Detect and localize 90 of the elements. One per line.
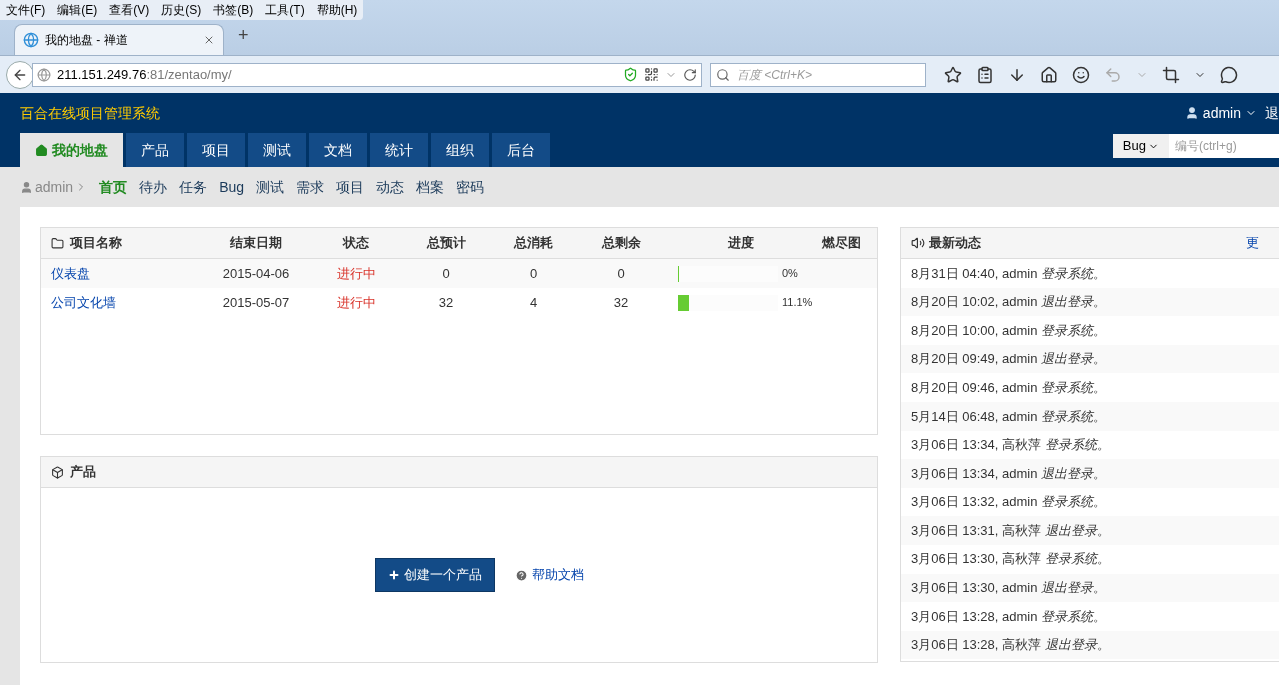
home-icon[interactable] xyxy=(1040,65,1058,84)
subnav-link[interactable]: 测试 xyxy=(256,176,285,198)
user-icon xyxy=(20,180,33,194)
menu-item[interactable]: 历史(S) xyxy=(155,1,208,19)
globe-icon xyxy=(37,67,51,82)
logout-link[interactable]: 退 xyxy=(1265,102,1279,124)
activity-item: 3月06日 13:30, admin 退出登录。 xyxy=(901,573,1279,603)
id-search-field[interactable]: 编号(ctrl+g) xyxy=(1169,134,1279,158)
status-text: 进行中 xyxy=(335,293,377,312)
plus-icon xyxy=(387,569,400,581)
column-header: 状态 xyxy=(341,234,370,253)
back-button[interactable] xyxy=(6,60,34,89)
progress-text: 0% xyxy=(782,266,798,282)
column-header: 燃尽图 xyxy=(821,234,862,253)
activity-item: 8月20日 10:02, admin 退出登录。 xyxy=(901,287,1279,317)
nav-tab[interactable]: 统计 xyxy=(370,133,428,167)
activity-item: 5月14日 06:48, admin 登录系统。 xyxy=(901,401,1279,431)
activity-item: 8月20日 09:49, admin 退出登录。 xyxy=(901,344,1279,374)
search-type-dropdown[interactable]: Bug xyxy=(1112,134,1169,158)
subnav-link[interactable]: 动态 xyxy=(376,176,405,198)
column-header: 项目名称 xyxy=(51,233,201,253)
subnav-link[interactable]: 项目 xyxy=(336,176,365,198)
table-cell-text: 4 xyxy=(528,293,539,312)
menu-item[interactable]: 书签(B) xyxy=(207,1,260,19)
subnav-link[interactable]: 任务 xyxy=(179,176,208,198)
reload-icon[interactable] xyxy=(683,67,697,82)
table-cell-text: 32 xyxy=(437,293,455,312)
table-cell-text: 2015-04-06 xyxy=(221,264,291,283)
menu-item[interactable]: 帮助(H) xyxy=(310,1,364,19)
app-title: 百合在线项目管理系统 xyxy=(20,103,160,123)
create-product-button[interactable]: 创建一个产品 xyxy=(374,558,495,592)
column-header: 结束日期 xyxy=(229,234,283,253)
close-icon[interactable] xyxy=(203,34,215,46)
new-tab-button[interactable]: + xyxy=(238,22,249,49)
activity-item: 3月06日 13:31, 高秋萍 退出登录。 xyxy=(901,516,1279,545)
globe-icon xyxy=(23,32,39,48)
chat-icon[interactable] xyxy=(1220,65,1238,84)
table-cell-text: 32 xyxy=(612,293,630,312)
clipboard-icon[interactable] xyxy=(976,65,994,84)
help-link[interactable]: 帮助文档 xyxy=(514,565,584,585)
column-header: 总预计 xyxy=(425,234,467,253)
menu-item[interactable]: 文件(F) xyxy=(0,1,52,19)
browser-tab[interactable]: 我的地盘 - 禅道 xyxy=(14,24,224,55)
status-text: 进行中 xyxy=(335,264,377,283)
url-text: 211.151.249.76:81/zentao/my/ xyxy=(57,65,233,84)
star-icon[interactable] xyxy=(944,65,962,84)
table-cell-text: 0 xyxy=(528,264,539,283)
activity-item: 3月06日 13:34, admin 退出登录。 xyxy=(901,459,1279,488)
project-link[interactable]: 仪表盘 xyxy=(51,263,201,284)
column-header: 总剩余 xyxy=(600,234,642,253)
subnav-link[interactable]: 需求 xyxy=(296,176,325,198)
address-field[interactable]: 211.151.249.76:81/zentao/my/ xyxy=(32,62,702,87)
help-icon xyxy=(514,568,528,582)
qr-code-icon xyxy=(644,67,659,82)
nav-tab[interactable]: 产品 xyxy=(126,133,184,167)
panel-title: 产品 xyxy=(70,463,96,482)
column-header: 总消耗 xyxy=(512,234,554,253)
subnav-link[interactable]: 密码 xyxy=(456,176,485,198)
folder-icon xyxy=(51,236,64,250)
nav-tab[interactable]: 测试 xyxy=(248,133,306,167)
panel-title: 最新动态 xyxy=(929,234,982,253)
table-cell-text: 0 xyxy=(441,264,451,283)
user-menu[interactable]: admin xyxy=(1184,102,1257,124)
activity-item: 3月06日 13:28, 高秋萍 退出登录。 xyxy=(901,630,1279,660)
nav-tab[interactable]: 后台 xyxy=(492,133,550,167)
table-cell-text: 0 xyxy=(616,264,626,283)
subnav-link[interactable]: Bug xyxy=(219,176,245,198)
more-link[interactable]: 更 xyxy=(1246,233,1259,253)
menu-item[interactable]: 查看(V) xyxy=(103,1,156,19)
menu-item[interactable]: 工具(T) xyxy=(259,1,311,19)
home-icon xyxy=(35,143,48,157)
nav-tab[interactable]: 组织 xyxy=(431,133,489,167)
menu-item[interactable]: 编辑(E) xyxy=(51,1,104,19)
speaker-icon xyxy=(911,236,925,250)
project-link[interactable]: 公司文化墙 xyxy=(51,292,201,313)
smile-icon[interactable] xyxy=(1072,65,1090,84)
search-icon xyxy=(716,67,730,82)
nav-tab[interactable]: 文档 xyxy=(309,133,367,167)
table-cell-text: 2015-05-07 xyxy=(221,293,291,312)
crop-icon[interactable] xyxy=(1162,65,1180,84)
progress-text: 11.1% xyxy=(782,295,813,311)
nav-tab[interactable]: 我的地盘 xyxy=(20,133,123,167)
subnav-link[interactable]: 待办 xyxy=(139,176,168,198)
shield-check-icon xyxy=(623,67,638,82)
search-field[interactable]: 百度 <Ctrl+K> xyxy=(710,62,926,87)
subnav-link[interactable]: 档案 xyxy=(416,176,445,198)
column-header: 进度 xyxy=(727,234,755,253)
nav-tab[interactable]: 项目 xyxy=(187,133,245,167)
cube-icon xyxy=(51,465,64,479)
user-icon xyxy=(1184,106,1199,120)
